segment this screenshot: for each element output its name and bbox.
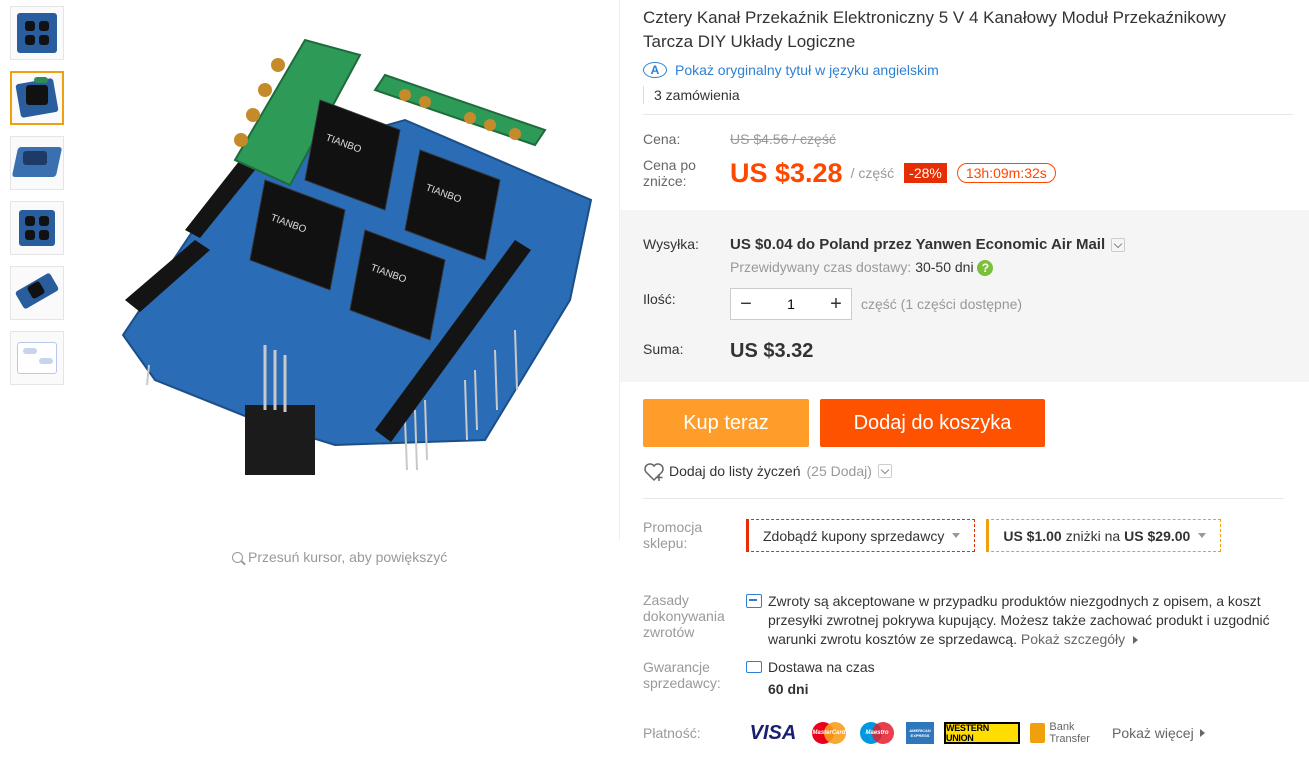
truck-icon xyxy=(746,661,762,673)
shipping-info: US $0.04 do Poland przez Yanwen Economic… xyxy=(730,236,1126,253)
original-title-link[interactable]: A Pokaż oryginalny tytuł w języku angiel… xyxy=(643,62,1293,78)
visa-logo: VISA xyxy=(749,721,797,744)
quantity-stepper: − + xyxy=(730,288,852,321)
price-label: Cena: xyxy=(643,131,681,147)
total-value: US $3.32 xyxy=(730,340,814,363)
delivery-label: Przewidywany czas dostawy: xyxy=(730,259,912,275)
maestro-logo: Maestro xyxy=(858,722,896,744)
guarantee-text: Dostawa na czas xyxy=(768,659,875,675)
quantity-input[interactable] xyxy=(761,289,821,320)
thumbnail-4[interactable] xyxy=(10,201,64,255)
wishlist-row[interactable]: Dodaj do listy życzeń (25 Dodaj) xyxy=(643,462,892,482)
seller-coupons-dropdown[interactable]: Zdobądź kupony sprzedawcy xyxy=(746,519,976,552)
bank-transfer-logo: Bank Transfer xyxy=(1030,721,1102,745)
chevron-down-icon[interactable] xyxy=(877,464,892,478)
total-row: Suma: US $3.32 xyxy=(643,340,1293,363)
help-icon[interactable]: ? xyxy=(977,260,994,277)
discount-amount: US $1.00 xyxy=(1003,527,1062,544)
discount-text: zniżki na xyxy=(1065,527,1121,544)
zoom-hint: Przesuń kursor, aby powiększyć xyxy=(232,549,447,565)
shipping-destination[interactable]: Poland przez Yanwen Economic Air Mail xyxy=(819,236,1105,253)
bank-icon xyxy=(1030,723,1046,743)
caret-down-icon xyxy=(1198,533,1207,538)
quantity-decrease-button[interactable]: − xyxy=(731,289,761,320)
translate-icon: A xyxy=(643,62,667,78)
delivery-estimate: Przewidywany czas dostawy: 30-50 dni ? xyxy=(730,259,1125,277)
returns-row: Zasady dokonywania zwrotów Zwroty są akc… xyxy=(643,592,1293,649)
payment-label: Płatność: xyxy=(643,725,701,741)
returns-details-link[interactable]: Pokaż szczegóły xyxy=(1021,631,1125,647)
returns-label: Zasady dokonywania zwrotów xyxy=(643,592,725,640)
chevron-down-icon[interactable] xyxy=(1111,238,1126,253)
discount-price-row: Cena po zniżce: US $3.28 / część -28% 13… xyxy=(643,157,1293,189)
payment-row: Płatność: VISA MasterCard Maestro AMERIC… xyxy=(643,721,1293,745)
countdown-timer: 13h:09m:32s xyxy=(956,163,1056,183)
divider xyxy=(643,498,1284,499)
shipping-cost: US $0.04 do xyxy=(730,236,816,253)
buy-now-button[interactable]: Kup teraz xyxy=(643,399,809,447)
discount-threshold: US $29.00 xyxy=(1124,527,1191,544)
price-unit: / część xyxy=(850,165,895,181)
old-price: US $4.56 / część xyxy=(730,131,836,147)
thumbnail-1[interactable] xyxy=(10,6,64,60)
promo-row: Promocja sklepu: Zdobądź kupony sprzedaw… xyxy=(643,519,1293,552)
store-discount-dropdown[interactable]: US $1.00 zniżki na US $29.00 xyxy=(986,519,1222,552)
caret-down-icon xyxy=(952,533,961,538)
zoom-hint-text: Przesuń kursor, aby powiększyć xyxy=(248,549,448,565)
quantity-label: Ilość: xyxy=(643,291,676,308)
quantity-increase-button[interactable]: + xyxy=(821,289,851,320)
guarantee-days: 60 dni xyxy=(768,681,809,697)
total-label: Suma: xyxy=(643,340,684,357)
returns-text: Zwroty są akceptowane w przypadku produk… xyxy=(768,593,1270,647)
action-buttons: Kup teraz Dodaj do koszyka xyxy=(643,399,1045,447)
relay-board-illustration: TIANBO TIANBO TIANBO TIANBO xyxy=(121,38,593,475)
caret-right-icon[interactable] xyxy=(1199,729,1205,737)
shipping-label: Wysyłka: xyxy=(643,236,699,252)
wishlist-count: (25 Dodaj) xyxy=(806,463,872,479)
quantity-row: Ilość: − + część (1 części dostępne) xyxy=(643,288,1293,321)
heart-icon xyxy=(643,462,664,482)
guarantee-row: Gwarancje sprzedawcy: Dostawa na czas 60… xyxy=(643,659,1293,697)
thumbnail-list xyxy=(10,6,64,396)
thumbnail-5[interactable] xyxy=(10,266,64,320)
orders-count: 3 zamówienia xyxy=(643,86,1293,104)
return-box-icon xyxy=(746,594,762,608)
mastercard-logo: MasterCard xyxy=(810,722,848,744)
thumbnail-6[interactable] xyxy=(10,331,64,385)
new-price: US $3.28 xyxy=(730,157,843,188)
quantity-note: część (1 części dostępne) xyxy=(861,296,1023,313)
thumbnail-2[interactable] xyxy=(10,71,64,125)
product-info: Cztery Kanał Przekaźnik Elektroniczny 5 … xyxy=(643,0,1293,745)
discount-price-label: Cena po zniżce: xyxy=(643,157,696,189)
magnifier-icon xyxy=(232,551,243,563)
discount-badge: -28% xyxy=(904,163,947,183)
delivery-time: 30-50 dni xyxy=(915,259,974,275)
add-to-cart-button[interactable]: Dodaj do koszyka xyxy=(820,399,1045,447)
shipping-row: Wysyłka: US $0.04 do Poland przez Yanwen… xyxy=(643,236,1293,277)
product-title: Cztery Kanał Przekaźnik Elektroniczny 5 … xyxy=(643,8,1226,51)
promo-label: Promocja sklepu: xyxy=(643,519,703,551)
amex-logo: AMERICAN EXPRESS xyxy=(906,722,934,744)
guarantee-label: Gwarancje sprzedawcy: xyxy=(643,659,721,691)
wishlist-label[interactable]: Dodaj do listy życzeń xyxy=(669,463,801,479)
thumbnail-3[interactable] xyxy=(10,136,64,190)
product-image[interactable]: TIANBO TIANBO TIANBO TIANBO xyxy=(75,0,620,540)
coupons-text: Zdobądź kupony sprzedawcy xyxy=(763,527,945,544)
original-price-row: Cena: US $4.56 / część xyxy=(643,131,1293,147)
caret-right-icon[interactable] xyxy=(1133,636,1139,644)
western-union-logo: WESTERN UNION xyxy=(944,722,1020,744)
payment-more-link[interactable]: Pokaż więcej xyxy=(1112,725,1194,741)
